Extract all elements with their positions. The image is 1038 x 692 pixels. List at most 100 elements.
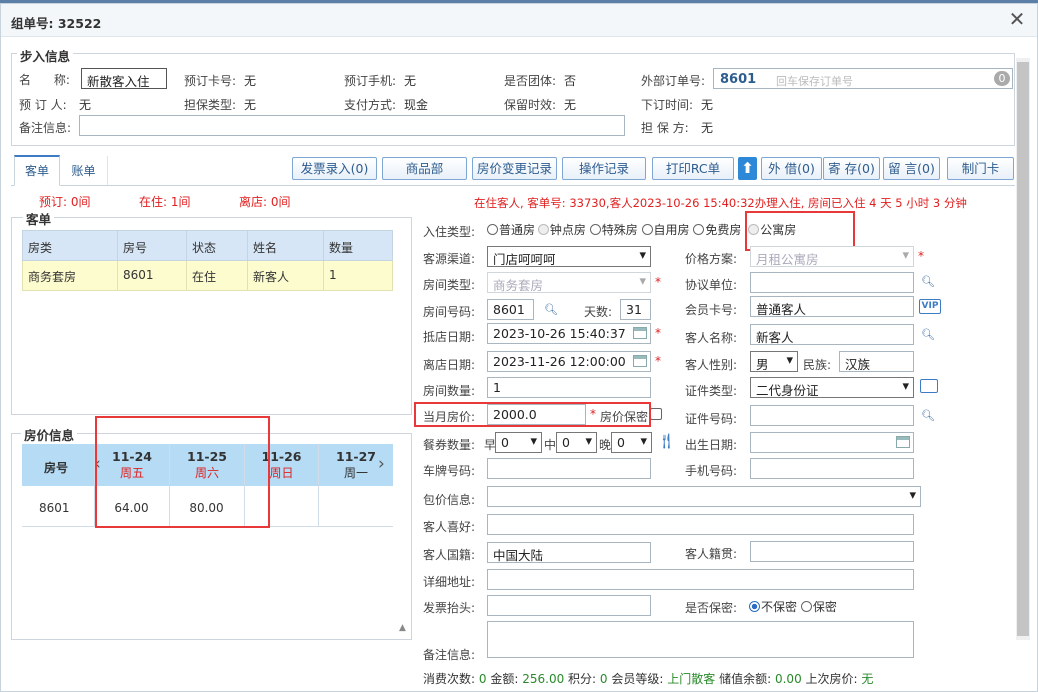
radio-self-use[interactable]: 自用房 xyxy=(641,223,690,237)
tab-bar-line xyxy=(11,185,1015,186)
radio-normal[interactable]: 普通房 xyxy=(487,223,535,237)
name-field[interactable]: 新散客入住 xyxy=(81,68,167,89)
make-door-card-button[interactable]: 制门卡 xyxy=(947,157,1014,180)
cell-count: 1 xyxy=(329,268,337,282)
search-icon[interactable]: 🔍︎ xyxy=(544,303,558,316)
radio-circle xyxy=(589,224,601,235)
source-select[interactable]: 门店呵呵呵 xyxy=(487,246,651,267)
close-icon[interactable]: ✕ xyxy=(1006,8,1028,30)
calendar-icon[interactable] xyxy=(896,436,910,448)
lend-button[interactable]: 外 借(0) xyxy=(761,157,822,180)
id-reader-icon[interactable] xyxy=(920,379,938,393)
radio-hourly[interactable]: 钟点房 xyxy=(537,223,586,237)
search-icon[interactable]: 🔍︎ xyxy=(921,409,935,422)
level-value: 上门散客 xyxy=(667,672,716,686)
step-info-legend: 步入信息 xyxy=(17,46,74,65)
upload-arrow-icon[interactable]: ⬆ xyxy=(738,157,757,180)
price-change-log-button[interactable]: 房价变更记录 xyxy=(472,157,557,180)
departure-field[interactable]: 2023-11-26 12:00:00 xyxy=(487,351,651,372)
retain-value: 无 xyxy=(564,98,577,112)
external-order-label: 外部订单号: xyxy=(641,74,706,88)
radio-circle xyxy=(749,601,760,612)
invoice-title-field[interactable] xyxy=(487,595,651,616)
tab-bill[interactable]: 账单 xyxy=(60,156,108,185)
gender-select[interactable]: 男 xyxy=(750,351,798,372)
room-type-select[interactable]: 商务套房 xyxy=(487,272,651,293)
payment-label: 支付方式: xyxy=(344,98,397,112)
birth-label: 出生日期: xyxy=(685,438,738,452)
search-icon[interactable]: 🔍︎ xyxy=(921,328,935,341)
id-no-field[interactable] xyxy=(750,405,914,426)
left-scroll-arrow-icon[interactable]: ▲ xyxy=(399,623,406,633)
invoice-entry-button[interactable]: 发票录入(0) xyxy=(292,157,377,180)
dialog-titlebar: 组单号: 32522 ✕ xyxy=(1,4,1037,37)
nationality-field[interactable]: 中国大陆 xyxy=(487,542,651,563)
id-type-select[interactable]: 二代身份证 xyxy=(750,377,914,398)
package-select[interactable] xyxy=(487,486,921,507)
highlight-box-prices xyxy=(95,416,270,528)
price-confidential-checkbox[interactable] xyxy=(650,408,662,420)
booking-phone-value: 无 xyxy=(404,74,417,88)
native-field[interactable] xyxy=(750,541,914,562)
vertical-scrollbar[interactable] xyxy=(1016,58,1030,640)
plate-label: 车牌号码: xyxy=(423,464,476,478)
vip-icon[interactable]: VIP xyxy=(919,299,941,314)
highlight-box-apartment xyxy=(745,211,855,251)
radio-circle xyxy=(537,224,549,235)
ethnicity-field[interactable]: 汉族 xyxy=(839,351,914,372)
price-plan-select[interactable]: 月租公寓房 xyxy=(750,246,914,267)
message-button[interactable]: 留 言(0) xyxy=(883,157,940,180)
plate-field[interactable] xyxy=(487,458,651,479)
left-count: 离店: 0间 xyxy=(239,195,291,209)
search-icon[interactable]: 🔍︎ xyxy=(921,275,935,288)
external-order-field[interactable]: 8601 回车保存订单号 0 xyxy=(713,68,1013,89)
print-rc-button[interactable]: 打印RC单 xyxy=(652,157,734,180)
remark-textarea[interactable] xyxy=(487,621,914,658)
birth-field[interactable] xyxy=(750,432,914,453)
operation-log-button[interactable]: 操作记录 xyxy=(562,157,646,180)
footer-stats: 消费次数: 0 金额: 256.00 积分: 0 会员等级: 上门散客 储值余额… xyxy=(423,670,873,687)
scrollbar-thumb[interactable] xyxy=(1017,62,1029,636)
radio-free[interactable]: 免费房 xyxy=(693,223,741,237)
room-count-field[interactable]: 1 xyxy=(487,377,651,398)
room-no-field[interactable]: 8601 xyxy=(487,299,534,320)
reserved-count: 预订: 0间 xyxy=(39,195,91,209)
breakfast-select[interactable]: 0 xyxy=(495,432,542,453)
days-field[interactable]: 31 xyxy=(620,299,651,320)
guarantee-type-label: 担保类型: xyxy=(184,98,237,112)
date-label: 11-27 xyxy=(336,449,376,464)
highlight-box-monthly-price xyxy=(414,402,651,427)
calendar-icon[interactable] xyxy=(633,355,647,367)
lunch-select[interactable]: 0 xyxy=(556,432,597,453)
arrival-label: 抵店日期: xyxy=(423,330,476,344)
radio-special[interactable]: 特殊房 xyxy=(589,223,638,237)
step-remark-field[interactable] xyxy=(79,115,625,136)
tab-bill-label: 账单 xyxy=(71,164,96,178)
payment-value: 现金 xyxy=(404,98,429,112)
last-price-label: 上次房价: xyxy=(805,672,858,686)
calendar-icon[interactable] xyxy=(633,327,647,339)
is-group-value: 否 xyxy=(564,74,577,88)
hobby-field[interactable] xyxy=(487,514,914,535)
mobile-field[interactable] xyxy=(750,458,914,479)
order-time-label: 下订时间: xyxy=(641,98,694,112)
address-field[interactable] xyxy=(487,569,914,590)
cell-name: 新客人 xyxy=(248,261,324,290)
col-header-room-no: 房号 xyxy=(118,231,187,260)
confidential-group: 不保密 保密 xyxy=(749,598,837,615)
deposit-button[interactable]: 寄 存(0) xyxy=(823,157,880,180)
tab-guest-order[interactable]: 客单 xyxy=(14,155,60,186)
price-grid-room-header: 房号 xyxy=(44,461,69,475)
agreement-field[interactable] xyxy=(750,272,914,293)
goods-button[interactable]: 商品部 xyxy=(382,157,467,180)
guest-name-field[interactable]: 新客人 xyxy=(750,324,914,345)
arrival-field[interactable]: 2023-10-26 15:40:37 xyxy=(487,323,651,344)
radio-not-confidential[interactable]: 不保密 xyxy=(749,600,797,614)
radio-confidential[interactable]: 保密 xyxy=(800,600,837,614)
table-row[interactable]: 商务套房 8601 在住 新客人 1 xyxy=(22,261,393,291)
dinner-select[interactable]: 0 xyxy=(611,432,652,453)
cutlery-icon[interactable]: 🍴︎ xyxy=(657,432,676,450)
member-card-field[interactable]: 普通客人 xyxy=(750,296,914,317)
radio-label: 普通房 xyxy=(499,223,536,237)
id-no-label: 证件号码: xyxy=(685,412,738,426)
